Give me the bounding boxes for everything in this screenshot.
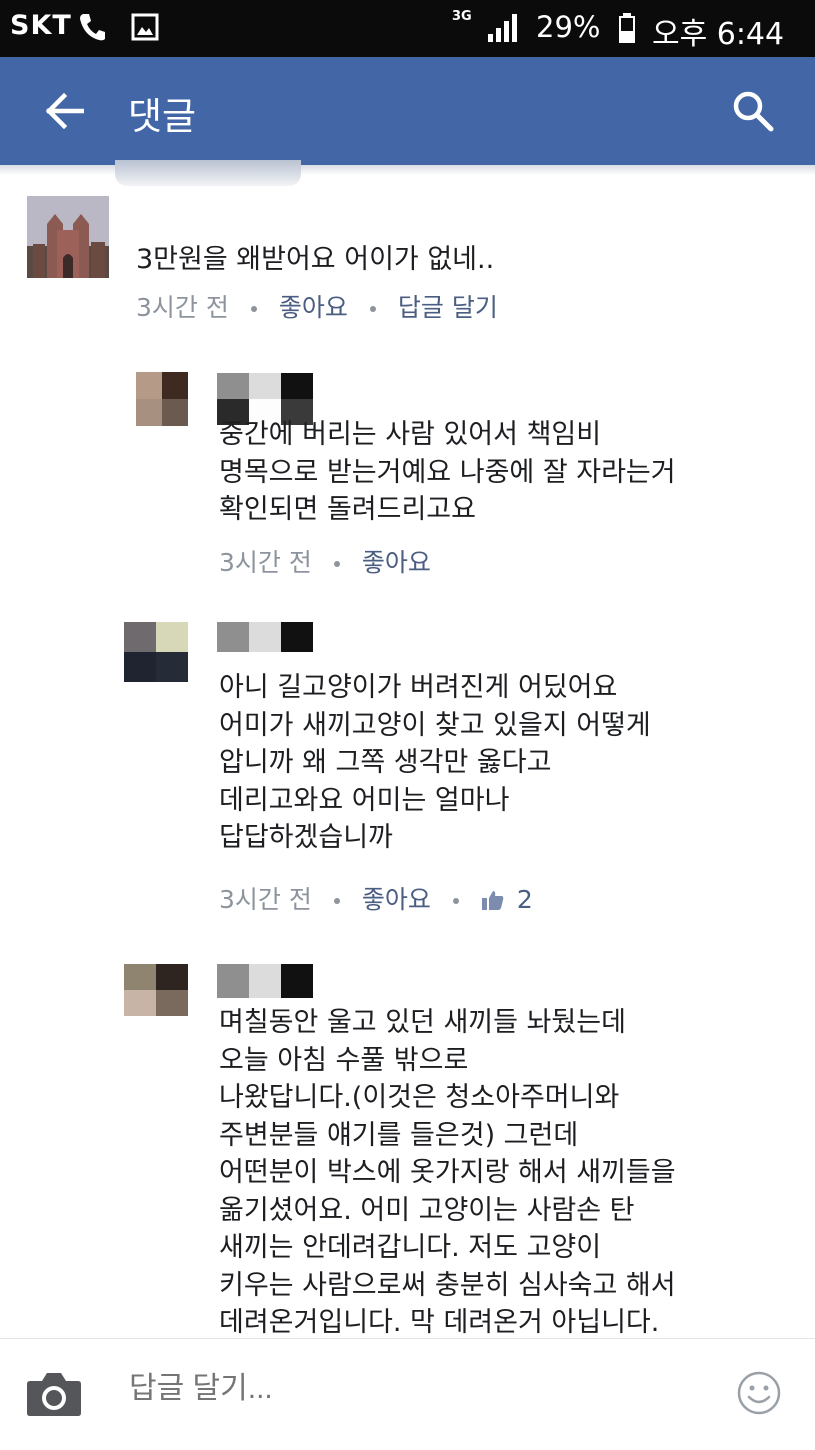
comment-time: 3시간 전	[136, 293, 229, 322]
separator-dot	[452, 898, 459, 904]
separator-dot	[333, 898, 340, 904]
back-arrow-icon[interactable]	[44, 93, 84, 129]
app-bar: 댓글	[0, 57, 815, 165]
like-link[interactable]: 좋아요	[362, 548, 431, 577]
comment-time: 3시간 전	[219, 885, 312, 914]
avatar[interactable]	[124, 964, 188, 1016]
status-bar: SKT 3G 29% 오후 6:44	[0, 0, 815, 57]
camera-icon[interactable]	[26, 1369, 82, 1417]
search-icon[interactable]	[732, 90, 774, 132]
reply-link[interactable]: 답글 달기	[398, 293, 498, 322]
blurred-name	[217, 622, 313, 652]
separator-dot	[333, 561, 340, 567]
reply-item: 아니 길고양이가 버려진게 어딨어요 어미가 새끼고양이 찾고 있을지 어떻게 …	[0, 620, 815, 920]
like-count: 2	[516, 885, 533, 914]
battery-percent: 29%	[536, 10, 601, 44]
separator-dot	[250, 306, 257, 312]
gallery-icon	[131, 13, 159, 41]
comment-text: 3만원을 왜받어요 어이가 없네..	[136, 244, 495, 275]
new-comments-pill	[115, 160, 301, 186]
like-link[interactable]: 좋아요	[279, 293, 348, 322]
comment-item: 3만원을 왜받어요 어이가 없네.. 3시간 전 좋아요 답글 달기	[0, 190, 815, 330]
comment-text: 중간에 버리는 사람 있어서 책임비 명목으로 받는거예요 나중에 잘 자라는거…	[219, 419, 676, 525]
battery-icon	[619, 13, 635, 43]
avatar[interactable]	[124, 622, 188, 682]
comment-time: 3시간 전	[219, 548, 312, 577]
comment-meta: 3시간 전 좋아요 답글 달기	[136, 288, 498, 324]
church-photo	[27, 196, 109, 278]
comment-text: 아니 길고양이가 버려진게 어딨어요 어미가 새끼고양이 찾고 있을지 어떻게 …	[219, 672, 651, 853]
network-type: 3G	[452, 9, 472, 24]
comment-meta: 3시간 전 좋아요 2	[219, 880, 533, 916]
smiley-icon[interactable]	[737, 1371, 781, 1415]
comment-text: 며칠동안 울고 있던 새끼들 놔뒀는데 오늘 아침 수풀 밖으로 나왔답니다.(…	[219, 1007, 676, 1338]
separator-dot	[369, 306, 376, 312]
like-link[interactable]: 좋아요	[362, 885, 431, 914]
comment-meta: 3시간 전 좋아요	[219, 543, 431, 579]
reply-item: 중간에 버리는 사람 있어서 책임비 명목으로 받는거예요 나중에 잘 자라는거…	[0, 370, 815, 590]
page-title: 댓글	[128, 95, 197, 138]
reply-composer	[0, 1338, 815, 1450]
carrier-label: SKT	[10, 10, 72, 41]
avatar[interactable]	[27, 196, 109, 278]
signal-icon	[488, 14, 517, 42]
phone-icon	[80, 14, 105, 41]
avatar[interactable]	[136, 372, 188, 426]
blurred-name	[217, 964, 313, 998]
thumbs-up-icon	[481, 891, 504, 910]
reply-input[interactable]	[127, 1371, 517, 1407]
clock: 오후 6:44	[652, 17, 785, 52]
reply-item: 며칠동안 울고 있던 새끼들 놔뒀는데 오늘 아침 수풀 밖으로 나왔답니다.(…	[0, 964, 815, 1338]
